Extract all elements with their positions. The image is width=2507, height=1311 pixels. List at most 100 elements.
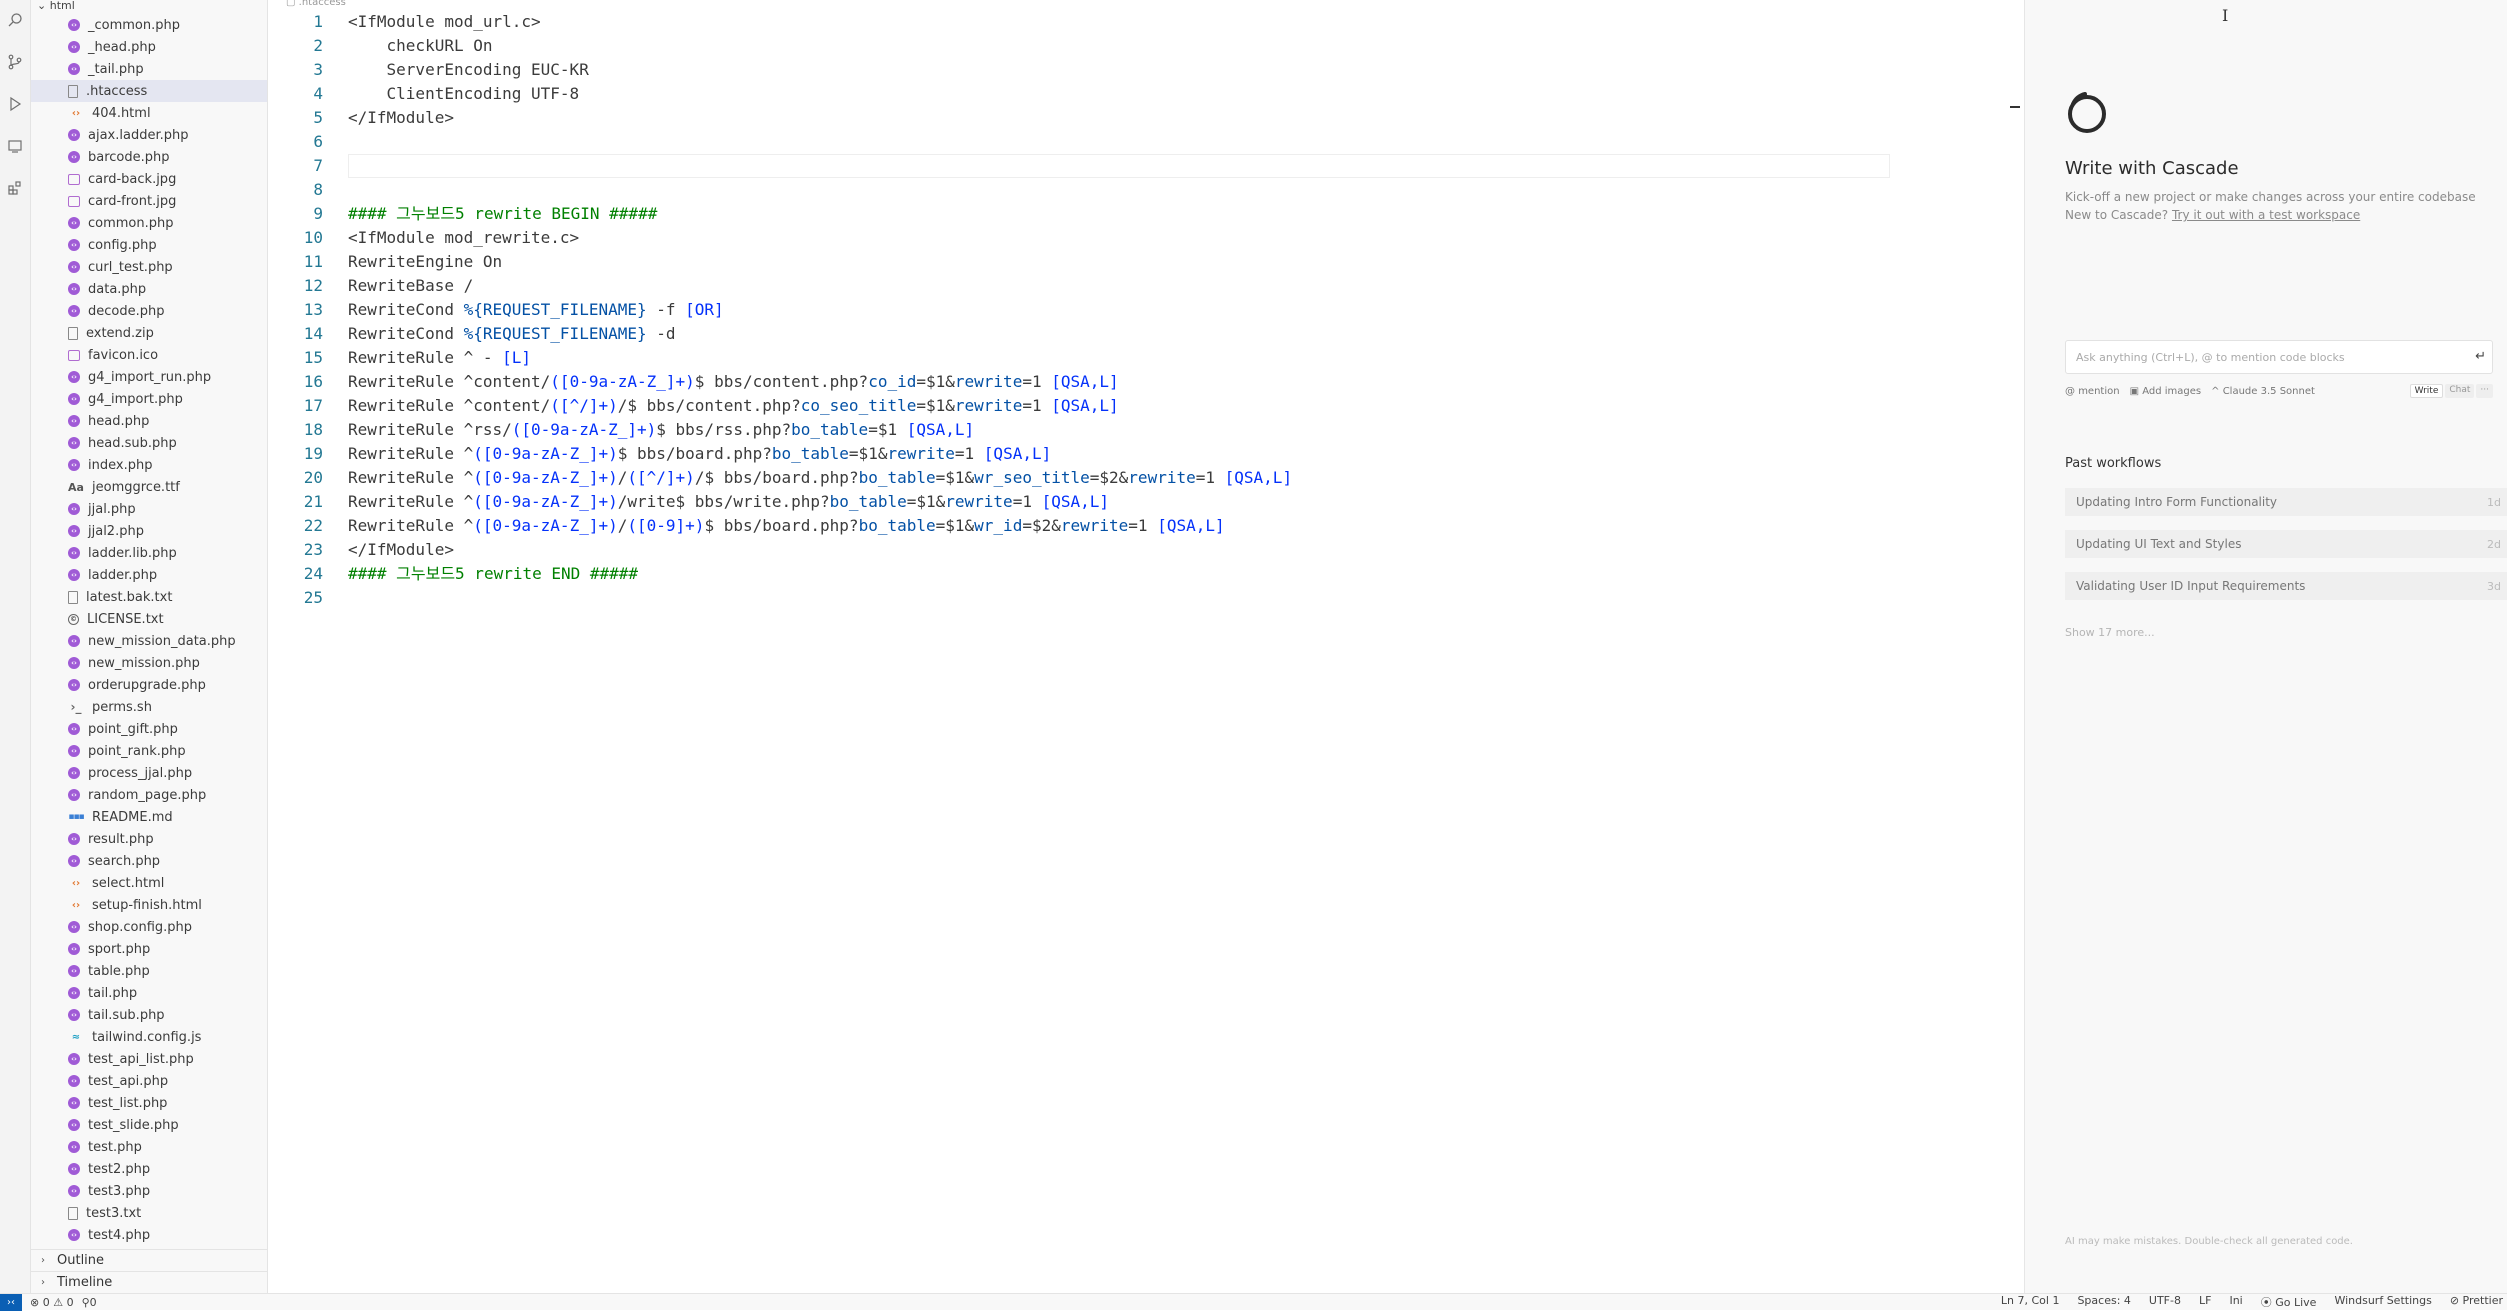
file-item[interactable]: ‹› ladder.lib.php (31, 542, 267, 564)
workflow-item[interactable]: Updating UI Text and Styles 2d (2065, 530, 2507, 558)
file-item[interactable]: ‹› index.php (31, 454, 267, 476)
ports-indicator[interactable]: ⚲0 (82, 1296, 97, 1309)
breadcrumb[interactable]: ▢ .htaccess (286, 0, 346, 8)
file-item[interactable]: extend.zip (31, 322, 267, 344)
send-icon[interactable]: ↵ (2475, 349, 2486, 364)
code-line[interactable]: RewriteBase / (348, 274, 473, 298)
code-line[interactable]: ClientEncoding UTF-8 (348, 82, 580, 106)
file-item[interactable]: ‹› common.php (31, 212, 267, 234)
file-item[interactable]: ‹› _common.php (31, 14, 267, 36)
file-item[interactable]: ‹› test_list.php (31, 1092, 267, 1114)
file-item[interactable]: ‹› barcode.php (31, 146, 267, 168)
add-images-button[interactable]: ▣ Add images (2130, 386, 2202, 397)
file-item[interactable]: ‹› _tail.php (31, 58, 267, 80)
file-item[interactable]: ‹› search.php (31, 850, 267, 872)
file-item[interactable]: ‹› test.php (31, 1136, 267, 1158)
file-item[interactable]: ‹› point_gift.php (31, 718, 267, 740)
file-item[interactable]: ‹› jjal2.php (31, 520, 267, 542)
file-item[interactable]: ‹› test_slide.php (31, 1114, 267, 1136)
file-item[interactable]: ‹› config.php (31, 234, 267, 256)
file-item[interactable]: ›_ perms.sh (31, 696, 267, 718)
cascade-input[interactable]: Ask anything (Ctrl+L), @ to mention code… (2065, 340, 2493, 374)
file-item[interactable]: ‹› random_page.php (31, 784, 267, 806)
file-item[interactable]: Aa jeomggrce.ttf (31, 476, 267, 498)
file-item[interactable]: ‹› _head.php (31, 36, 267, 58)
code-line[interactable]: RewriteRule ^([0-9a-zA-Z_]+)$ bbs/board.… (348, 442, 1051, 466)
show-more-link[interactable]: Show 17 more... (2065, 626, 2155, 639)
code-line[interactable]: RewriteRule ^ - [L] (348, 346, 531, 370)
code-line[interactable]: RewriteEngine On (348, 250, 502, 274)
go-live-button[interactable]: ⦿ Go Live (2261, 1294, 2317, 1310)
search-icon[interactable] (3, 8, 27, 32)
code-line[interactable]: RewriteRule ^content/([0-9a-zA-Z_]+)$ bb… (348, 370, 1119, 394)
write-mode-button[interactable]: Write (2409, 384, 2444, 398)
code-line[interactable]: </IfModule> (348, 538, 454, 562)
encoding[interactable]: UTF-8 (2149, 1294, 2181, 1310)
file-item[interactable]: ‹› ajax.ladder.php (31, 124, 267, 146)
source-control-icon[interactable] (3, 50, 27, 74)
code-line[interactable]: RewriteRule ^([0-9a-zA-Z_]+)/([0-9]+)$ b… (348, 514, 1225, 538)
file-item[interactable]: ‹› point_rank.php (31, 740, 267, 762)
code-line[interactable]: RewriteRule ^([0-9a-zA-Z_]+)/([^/]+)/$ b… (348, 466, 1292, 490)
problems-indicator[interactable]: ⊗ 0 ⚠ 0 (30, 1296, 74, 1309)
file-item[interactable]: ‹› select.html (31, 872, 267, 894)
file-item[interactable]: ‹› test_api_list.php (31, 1048, 267, 1070)
code-line[interactable]: #### 그누보드5 rewrite END ##### (348, 562, 638, 586)
file-item[interactable]: card-front.jpg (31, 190, 267, 212)
file-item[interactable]: ‹› ladder.php (31, 564, 267, 586)
extensions-icon[interactable] (3, 176, 27, 200)
file-item[interactable]: ‹› test3.php (31, 1180, 267, 1202)
code-line[interactable]: ServerEncoding EUC-KR (348, 58, 589, 82)
code-line[interactable]: RewriteCond %{REQUEST_FILENAME} -f [OR] (348, 298, 724, 322)
file-item[interactable]: ‹› data.php (31, 278, 267, 300)
outline-section[interactable]: › Outline (31, 1249, 267, 1271)
windsurf-settings[interactable]: Windsurf Settings (2334, 1294, 2431, 1310)
indentation[interactable]: Spaces: 4 (2077, 1294, 2130, 1310)
file-item[interactable]: ‹› g4_import.php (31, 388, 267, 410)
file-item[interactable]: ‹› tail.php (31, 982, 267, 1004)
file-item[interactable]: ‹› decode.php (31, 300, 267, 322)
code-line[interactable]: #### 그누보드5 rewrite BEGIN ##### (348, 202, 657, 226)
code-line[interactable]: RewriteRule ^rss/([0-9a-zA-Z_]+)$ bbs/rs… (348, 418, 974, 442)
code-line[interactable]: </IfModule> (348, 106, 454, 130)
file-item[interactable]: ‹› new_mission.php (31, 652, 267, 674)
run-debug-icon[interactable] (3, 92, 27, 116)
file-item[interactable]: ‹› test4.php (31, 1224, 267, 1246)
file-item[interactable]: favicon.ico (31, 344, 267, 366)
folder-header[interactable]: ⌄ html (31, 0, 267, 12)
code-line[interactable]: <IfModule mod_rewrite.c> (348, 226, 579, 250)
model-selector[interactable]: ^ Claude 3.5 Sonnet (2211, 386, 2315, 397)
file-item[interactable]: ‹› setup-finish.html (31, 894, 267, 916)
timeline-section[interactable]: › Timeline (31, 1271, 267, 1293)
remote-explorer-icon[interactable] (3, 134, 27, 158)
prettier-button[interactable]: ⊘ Prettier (2450, 1294, 2503, 1310)
code-line[interactable]: RewriteRule ^([0-9a-zA-Z_]+)/write$ bbs/… (348, 490, 1109, 514)
file-item[interactable]: ▪▪▪ README.md (31, 806, 267, 828)
file-item[interactable]: ‹› 404.html (31, 102, 267, 124)
line-ending[interactable]: LF (2199, 1294, 2211, 1310)
chat-mode-button[interactable]: Chat (2445, 384, 2475, 398)
file-item[interactable]: ‹› tail.sub.php (31, 1004, 267, 1026)
test-workspace-link[interactable]: Try it out with a test workspace (2172, 208, 2360, 222)
file-item[interactable]: ‹› test_api.php (31, 1070, 267, 1092)
file-item[interactable]: card-back.jpg (31, 168, 267, 190)
code-editor[interactable]: ▢ .htaccess 1 <IfModule mod_url.c> 2 check… (268, 0, 2266, 1293)
file-item[interactable]: ‹› process_jjal.php (31, 762, 267, 784)
file-item[interactable]: ≈ tailwind.config.js (31, 1026, 267, 1048)
file-item[interactable]: ‹› table.php (31, 960, 267, 982)
file-item[interactable]: ‹› shop.config.php (31, 916, 267, 938)
file-item[interactable]: ‹› new_mission_data.php (31, 630, 267, 652)
more-icon[interactable]: ··· (2476, 384, 2493, 398)
file-item[interactable]: ‹› g4_import_run.php (31, 366, 267, 388)
file-item[interactable]: ‹› head.php (31, 410, 267, 432)
file-item[interactable]: © LICENSE.txt (31, 608, 267, 630)
remote-icon[interactable]: ›‹ (0, 1293, 22, 1311)
file-item[interactable]: ‹› sport.php (31, 938, 267, 960)
workflow-item[interactable]: Updating Intro Form Functionality 1d (2065, 488, 2507, 516)
file-item[interactable]: ‹› result.php (31, 828, 267, 850)
cursor-position[interactable]: Ln 7, Col 1 (2001, 1294, 2060, 1310)
file-item[interactable]: test3.txt (31, 1202, 267, 1224)
file-item[interactable]: .htaccess (31, 80, 267, 102)
file-item[interactable]: ‹› test2.php (31, 1158, 267, 1180)
mention-button[interactable]: @ mention (2065, 386, 2120, 397)
